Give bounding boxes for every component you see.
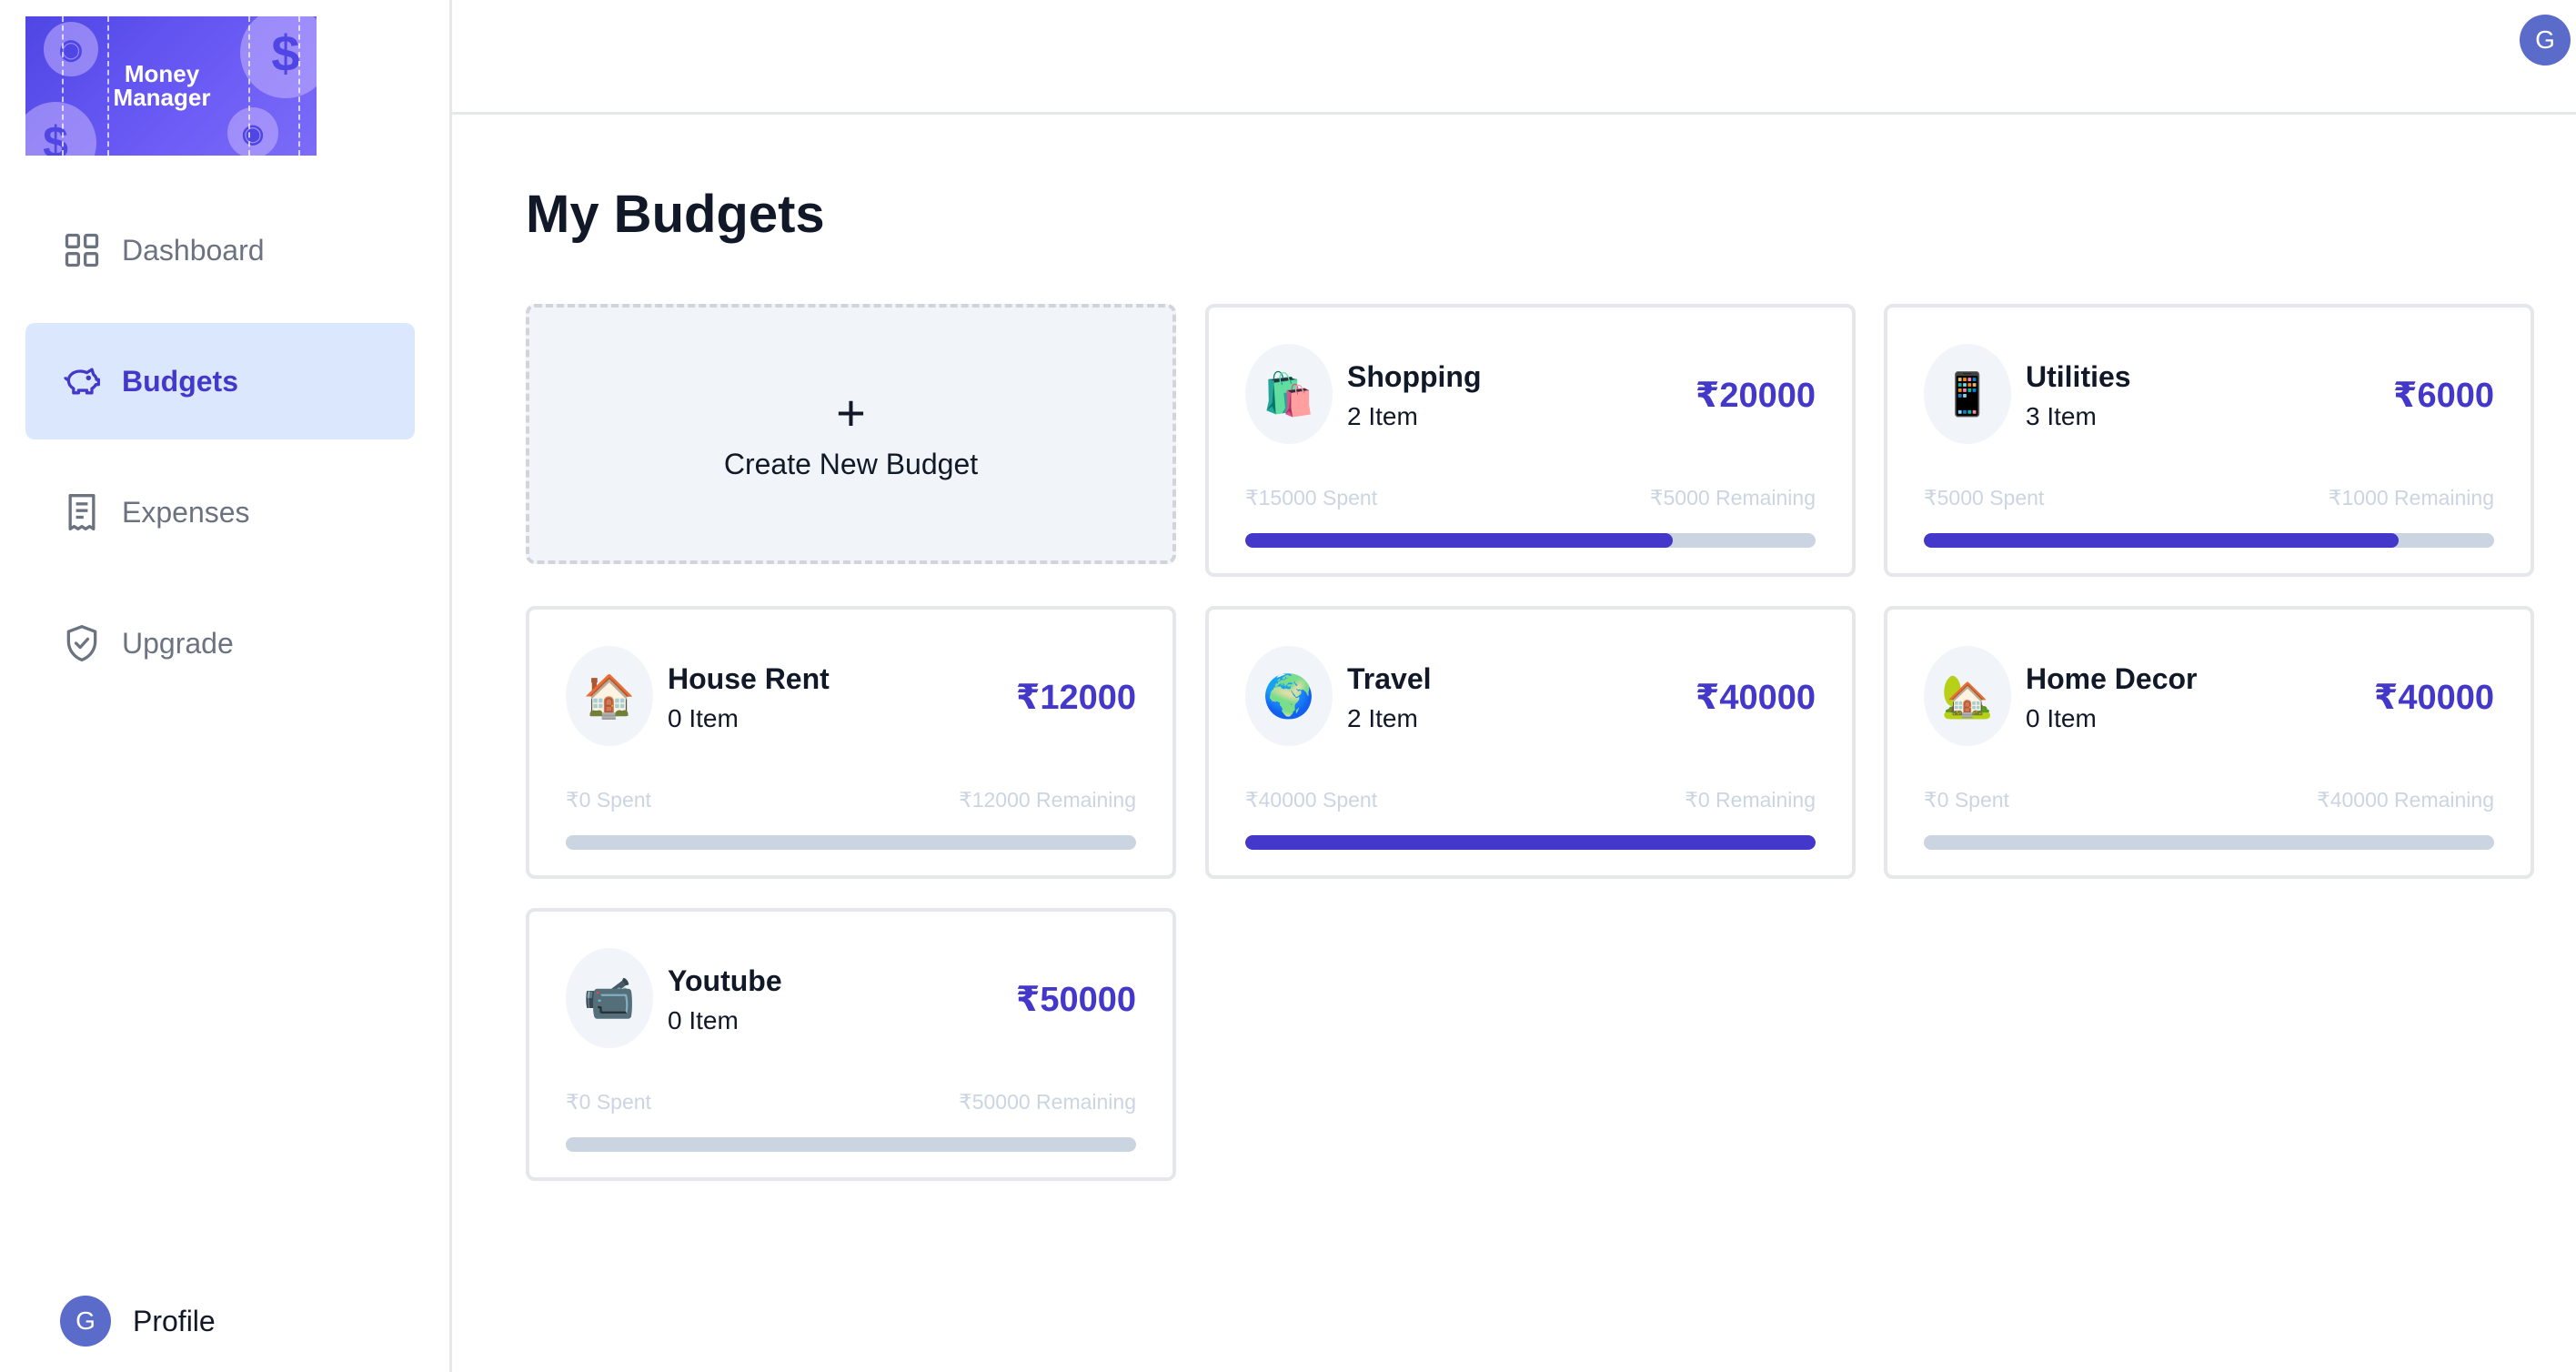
mobile-phone-icon: 📱 xyxy=(1924,344,2011,444)
sidebar-item-dashboard[interactable]: Dashboard xyxy=(25,192,415,308)
budget-progress-bar xyxy=(1924,835,2494,850)
receipt-icon xyxy=(68,494,96,530)
logo-text-line2: Manager xyxy=(113,84,211,111)
avatar: G xyxy=(60,1296,111,1347)
budget-spent: ₹0 Spent xyxy=(566,1090,651,1114)
logo-text: Money Manager xyxy=(98,62,226,109)
logo-decoration xyxy=(62,16,64,156)
budget-name: House Rent xyxy=(668,662,830,695)
coin-icon: ◉ xyxy=(44,22,98,76)
user-avatar-button[interactable]: G xyxy=(2520,15,2571,66)
budget-progress-bar xyxy=(566,835,1136,850)
budget-amount: ₹50000 xyxy=(1015,981,1136,1019)
budget-amount: ₹20000 xyxy=(1695,377,1816,415)
budget-progress-bar xyxy=(566,1137,1136,1152)
budget-item-count: 0 Item xyxy=(2026,704,2097,732)
globe-icon: 🌍 xyxy=(1245,646,1333,746)
budget-card[interactable]: 🛍️ Shopping 2 Item ₹20000 ₹15000 Spent ₹… xyxy=(1205,304,1856,577)
budget-progress-bar xyxy=(1245,835,1816,850)
sidebar-item-label: Upgrade xyxy=(122,626,234,660)
create-budget-label: Create New Budget xyxy=(723,447,979,480)
sidebar-item-expenses[interactable]: Expenses xyxy=(25,454,415,570)
sidebar-item-upgrade[interactable]: Upgrade xyxy=(25,585,415,701)
budget-spent: ₹15000 Spent xyxy=(1245,486,1378,509)
house-garden-icon: 🏡 xyxy=(1924,646,2011,746)
budget-name: Home Decor xyxy=(2026,662,2198,695)
sidebar-item-label: Dashboard xyxy=(122,233,265,267)
logo-decoration xyxy=(248,16,250,156)
profile-label: Profile xyxy=(133,1304,216,1337)
budget-name: Utilities xyxy=(2026,360,2131,393)
dollar-coin-icon: $ xyxy=(240,16,317,98)
coin-icon: ◉ xyxy=(227,107,278,156)
sidebar-item-label: Expenses xyxy=(122,495,250,529)
budget-spent: ₹5000 Spent xyxy=(1924,486,2045,509)
budget-remaining: ₹50000 Remaining xyxy=(959,1090,1136,1114)
budget-remaining: ₹1000 Remaining xyxy=(2328,486,2494,509)
create-budget-card[interactable]: + Create New Budget xyxy=(526,304,1176,564)
progress-fill xyxy=(1245,533,1674,548)
page-title: My Budgets xyxy=(526,185,825,244)
budget-amount: ₹40000 xyxy=(1695,679,1816,717)
budget-item-count: 3 Item xyxy=(2026,402,2097,430)
budget-remaining: ₹12000 Remaining xyxy=(959,788,1136,812)
budget-spent: ₹0 Spent xyxy=(566,788,651,812)
video-camera-icon: 📹 xyxy=(566,948,653,1048)
budget-card[interactable]: 🌍 Travel 2 Item ₹40000 ₹40000 Spent ₹0 R… xyxy=(1205,606,1856,879)
budget-item-count: 2 Item xyxy=(1347,402,1418,430)
budget-item-count: 2 Item xyxy=(1347,704,1418,732)
budget-card[interactable]: 📹 Youtube 0 Item ₹50000 ₹0 Spent ₹50000 … xyxy=(526,908,1176,1181)
progress-fill xyxy=(1245,835,1816,850)
sidebar: ◉ $ $ ◉ Money Manager Dashboard Budgets xyxy=(0,0,452,1372)
dollar-coin-icon: $ xyxy=(25,102,96,156)
house-icon: 🏠 xyxy=(566,646,653,746)
budget-amount: ₹40000 xyxy=(2373,679,2494,717)
logo-text-line1: Money xyxy=(124,60,200,87)
budget-name: Youtube xyxy=(668,964,782,997)
top-bar: G xyxy=(452,0,2576,115)
budget-name: Shopping xyxy=(1347,360,1482,393)
budget-remaining: ₹5000 Remaining xyxy=(1649,486,1816,509)
budget-card[interactable]: 🏠 House Rent 0 Item ₹12000 ₹0 Spent ₹120… xyxy=(526,606,1176,879)
logo-decoration xyxy=(298,16,300,156)
piggy-bank-icon xyxy=(64,368,100,395)
plus-icon: + xyxy=(836,383,866,441)
budget-item-count: 0 Item xyxy=(668,704,739,732)
budget-amount: ₹6000 xyxy=(2393,377,2494,415)
profile-link[interactable]: G Profile xyxy=(60,1296,216,1347)
budget-amount: ₹12000 xyxy=(1015,679,1136,717)
budget-remaining: ₹40000 Remaining xyxy=(2317,788,2494,812)
budget-spent: ₹0 Spent xyxy=(1924,788,2009,812)
app-logo[interactable]: ◉ $ $ ◉ Money Manager xyxy=(25,16,317,156)
budget-progress-bar xyxy=(1245,533,1816,548)
budget-spent: ₹40000 Spent xyxy=(1245,788,1378,812)
budget-name: Travel xyxy=(1347,662,1432,695)
sidebar-item-label: Budgets xyxy=(122,364,238,398)
grid-icon xyxy=(65,233,99,267)
progress-fill xyxy=(1924,533,2400,548)
shopping-bags-icon: 🛍️ xyxy=(1245,344,1333,444)
budget-item-count: 0 Item xyxy=(668,1006,739,1034)
sidebar-item-budgets[interactable]: Budgets xyxy=(25,323,415,439)
shield-check-icon xyxy=(66,625,97,661)
budget-remaining: ₹0 Remaining xyxy=(1685,788,1816,812)
budget-progress-bar xyxy=(1924,533,2494,548)
budget-card[interactable]: 📱 Utilities 3 Item ₹6000 ₹5000 Spent ₹10… xyxy=(1884,304,2534,577)
budget-card[interactable]: 🏡 Home Decor 0 Item ₹40000 ₹0 Spent ₹400… xyxy=(1884,606,2534,879)
